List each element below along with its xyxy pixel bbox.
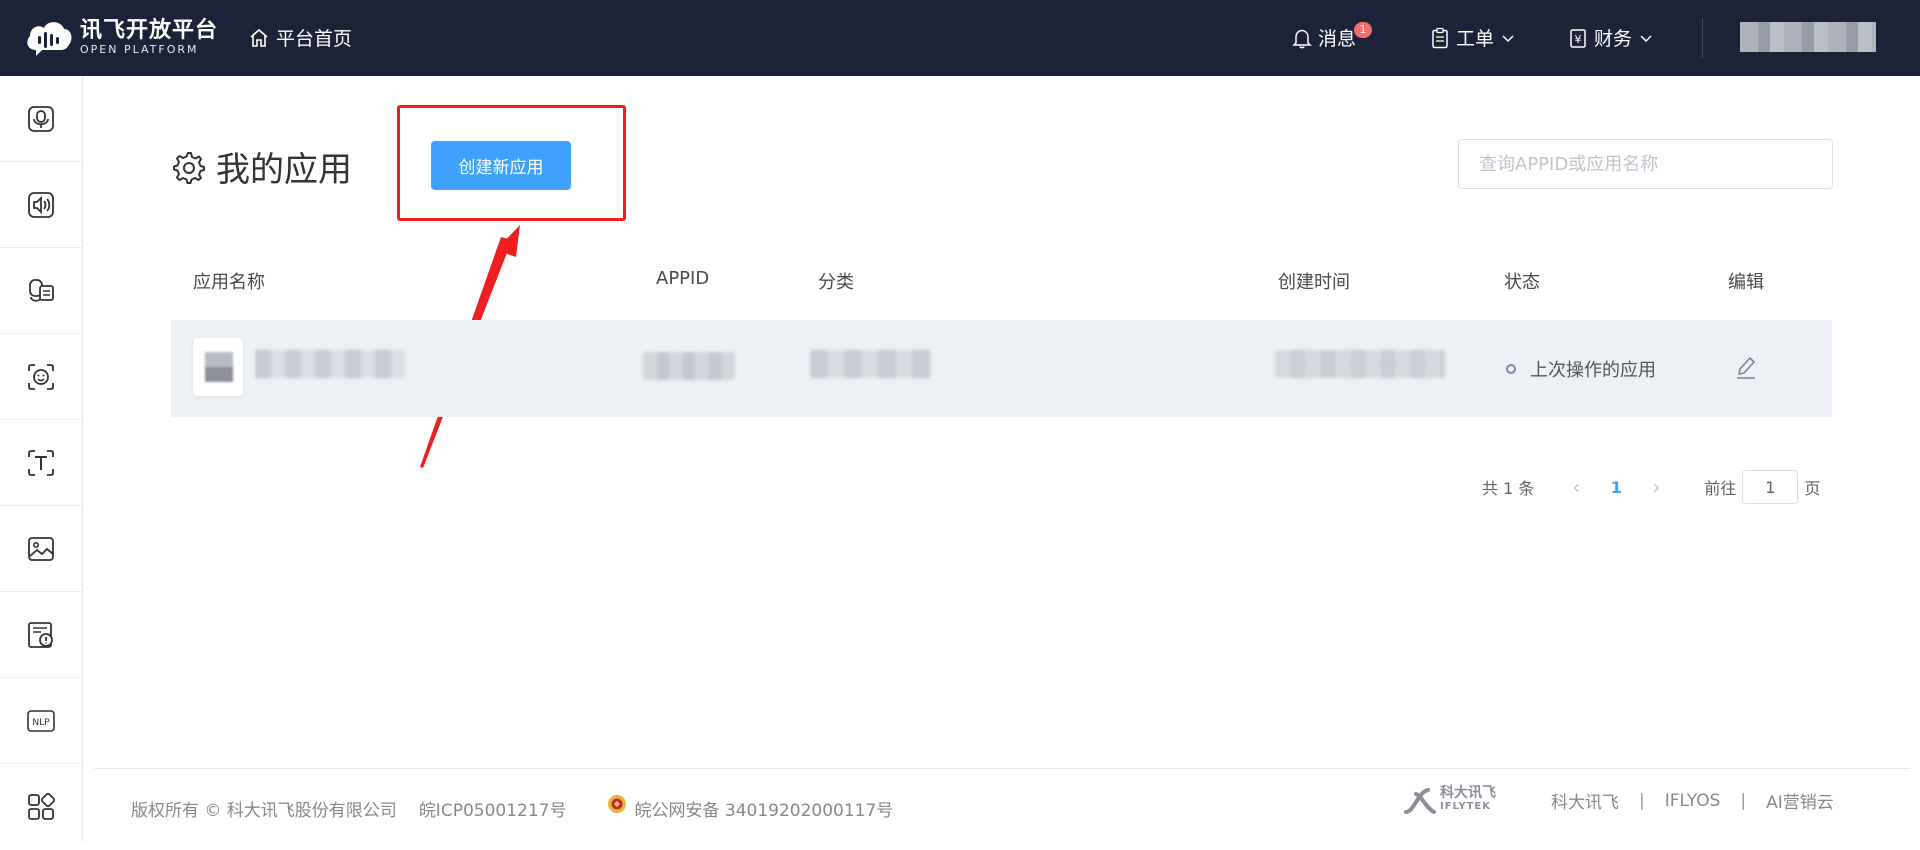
app-name-blurred bbox=[255, 350, 405, 378]
left-sidebar: NLP bbox=[0, 76, 83, 842]
status-text: 上次操作的应用 bbox=[1530, 360, 1656, 381]
clipboard-icon bbox=[1432, 27, 1448, 48]
police-badge-icon bbox=[608, 794, 627, 813]
messages-count-badge: 1 bbox=[1354, 22, 1372, 38]
ticket-label: 工单 bbox=[1456, 28, 1495, 50]
platform-home-link[interactable]: 平台首页 bbox=[248, 24, 352, 51]
sidebar-item-voice-interaction[interactable] bbox=[0, 248, 82, 334]
pagination-page-1[interactable]: 1 bbox=[1596, 478, 1636, 497]
header-divider bbox=[1702, 18, 1703, 58]
logo-subtitle: OPEN PLATFORM bbox=[80, 43, 199, 56]
sidebar-item-image-recognition[interactable] bbox=[0, 506, 82, 592]
annotation-arrow bbox=[420, 225, 520, 468]
pagination: 共 1 条 ‹ 1 › 前往 页 bbox=[1482, 470, 1820, 504]
chevron-down-icon bbox=[1640, 34, 1652, 42]
logo-cloud-icon bbox=[24, 16, 74, 60]
page-title: 我的应用 bbox=[170, 142, 352, 191]
finance-label: 财务 bbox=[1594, 28, 1633, 50]
pagination-prev-button[interactable]: ‹ bbox=[1556, 475, 1596, 499]
finance-menu[interactable]: ¥ 财务 bbox=[1568, 24, 1654, 51]
appid-blurred bbox=[643, 352, 735, 380]
face-recognition-icon bbox=[28, 363, 54, 390]
user-account-blurred[interactable] bbox=[1740, 22, 1876, 52]
sidebar-item-content-audit[interactable] bbox=[0, 592, 82, 678]
column-header-category: 分类 bbox=[818, 272, 854, 293]
logo-title: 讯飞开放平台 bbox=[80, 18, 219, 43]
speech-synthesis-icon bbox=[28, 191, 54, 218]
category-blurred bbox=[810, 350, 930, 378]
sidebar-item-nlp[interactable]: NLP bbox=[0, 678, 82, 764]
top-nav-bar: 讯飞开放平台 OPEN PLATFORM 平台首页 消息 1 工单 ¥ 财务 bbox=[0, 0, 1920, 76]
column-header-appid: APPID bbox=[656, 268, 710, 289]
footer-links: 科大讯飞 | IFLYOS | AI营销云 bbox=[1551, 788, 1834, 814]
app-icon bbox=[193, 338, 243, 396]
speech-recognition-icon bbox=[28, 105, 54, 132]
edit-pencil-icon[interactable] bbox=[1733, 354, 1759, 382]
footer-police-record[interactable]: 皖公网安备 34019202000117号 bbox=[634, 796, 893, 821]
ticket-menu[interactable]: 工单 bbox=[1430, 24, 1516, 51]
status-dot-icon bbox=[1506, 364, 1516, 374]
column-header-status: 状态 bbox=[1504, 272, 1540, 293]
more-apps-icon bbox=[28, 792, 56, 820]
gear-icon bbox=[173, 151, 205, 184]
footer-link-separator: | bbox=[1740, 790, 1747, 811]
sidebar-item-speech-synthesis[interactable] bbox=[0, 162, 82, 248]
footer-link-ai-marketing-cloud[interactable]: AI营销云 bbox=[1766, 788, 1834, 813]
column-header-edit: 编辑 bbox=[1728, 272, 1764, 293]
iflytek-logo-en: IFLYTEK bbox=[1440, 801, 1492, 812]
created-time-blurred bbox=[1275, 350, 1445, 378]
messages-menu[interactable]: 消息 1 bbox=[1292, 22, 1372, 51]
content-audit-icon bbox=[28, 621, 53, 648]
pagination-goto-label: 前往 bbox=[1704, 479, 1737, 498]
footer-divider bbox=[94, 768, 1910, 769]
image-recognition-icon bbox=[28, 536, 54, 561]
nlp-icon: NLP bbox=[27, 709, 55, 732]
page-title-text: 我的应用 bbox=[216, 150, 352, 190]
search-input[interactable] bbox=[1458, 139, 1833, 189]
home-label: 平台首页 bbox=[276, 28, 353, 50]
pagination-total: 共 1 条 bbox=[1482, 479, 1535, 498]
chevron-down-icon bbox=[1502, 34, 1514, 42]
sidebar-item-face-recognition[interactable] bbox=[0, 334, 82, 420]
column-header-app-name: 应用名称 bbox=[193, 272, 265, 293]
home-icon bbox=[250, 28, 268, 47]
iflytek-open-platform-logo[interactable]: 讯飞开放平台 OPEN PLATFORM bbox=[24, 16, 218, 60]
voice-interaction-icon bbox=[29, 278, 54, 302]
table-header: 应用名称 APPID 分类 创建时间 状态 编辑 bbox=[171, 268, 1832, 312]
bell-icon bbox=[1292, 29, 1312, 48]
pagination-next-button[interactable]: › bbox=[1636, 475, 1676, 499]
messages-label: 消息 bbox=[1318, 28, 1357, 50]
finance-icon: ¥ bbox=[1570, 28, 1586, 48]
table-row[interactable]: 上次操作的应用 bbox=[171, 320, 1832, 417]
footer-link-separator: | bbox=[1639, 790, 1645, 811]
annotation-highlight-box bbox=[397, 105, 626, 221]
column-header-created-time: 创建时间 bbox=[1278, 272, 1350, 293]
status-cell: 上次操作的应用 bbox=[1506, 356, 1656, 382]
pagination-page-unit: 页 bbox=[1804, 479, 1821, 498]
footer-copyright: 版权所有 © 科大讯飞股份有限公司 bbox=[131, 801, 397, 821]
sidebar-item-speech-recognition[interactable] bbox=[0, 76, 82, 162]
iflytek-footer-logo: 科大讯飞 IFLYTEK bbox=[1404, 786, 1514, 816]
pagination-goto-input[interactable] bbox=[1742, 470, 1799, 504]
iflytek-logo-cn: 科大讯飞 bbox=[1440, 785, 1496, 801]
footer-icp-link[interactable]: 皖ICP05001217号 bbox=[419, 796, 567, 821]
svg-text:¥: ¥ bbox=[1575, 33, 1582, 46]
text-recognition-icon bbox=[28, 449, 54, 476]
footer-link-iflyos[interactable]: IFLYOS bbox=[1665, 791, 1721, 811]
footer-left: 版权所有 © 科大讯飞股份有限公司 皖ICP05001217号 皖公网安备 34… bbox=[131, 794, 893, 821]
sidebar-item-text-recognition[interactable] bbox=[0, 420, 82, 506]
nlp-icon-label: NLP bbox=[32, 718, 50, 728]
sidebar-item-more-apps[interactable] bbox=[0, 764, 82, 850]
footer-link-iflytek[interactable]: 科大讯飞 bbox=[1551, 788, 1619, 813]
